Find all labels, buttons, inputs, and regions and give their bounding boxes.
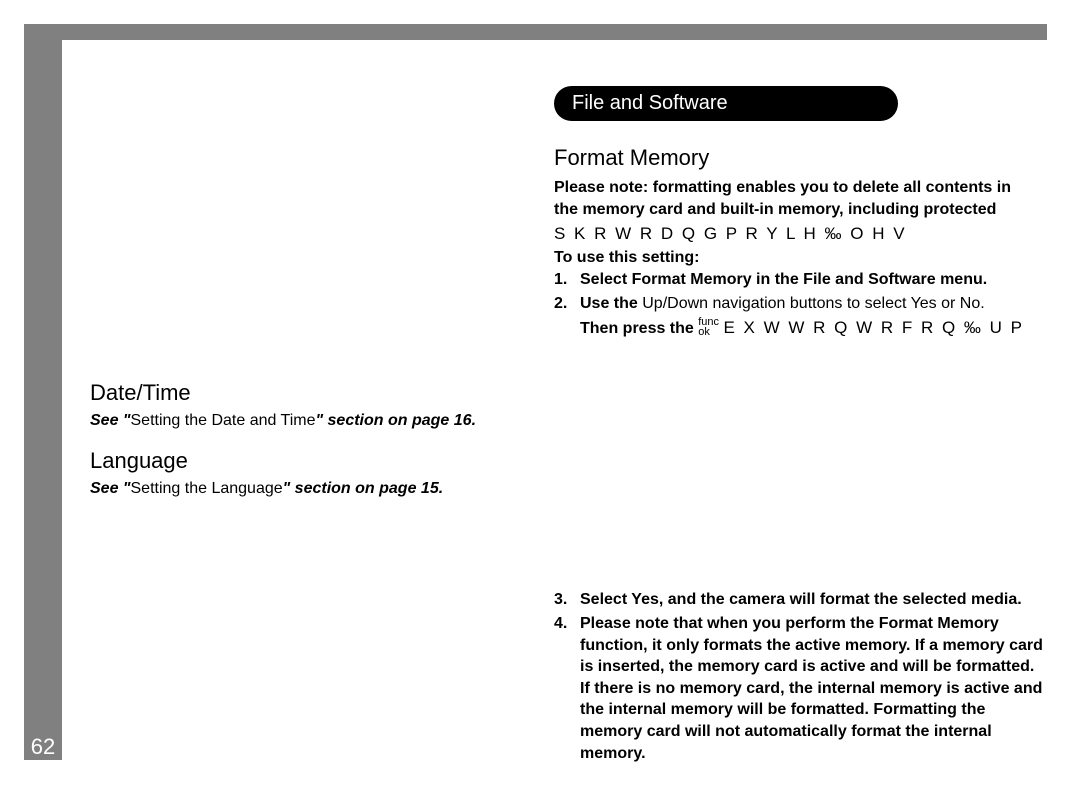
heading-date-time: Date/Time xyxy=(90,380,520,406)
ref-title: Setting the Date and Time xyxy=(131,412,316,429)
step-3-text: Select Yes, and the camera will format t… xyxy=(580,591,1022,608)
ok-label: ok xyxy=(698,328,719,338)
step-4: Please note that when you perform the Fo… xyxy=(554,613,1044,764)
manual-page: 62 Date/Time See "Setting the Date and T… xyxy=(0,0,1080,785)
step-2: Use the Up/Down navigation buttons to se… xyxy=(554,293,1044,342)
steps-list: Select Format Memory in the File and Sof… xyxy=(554,269,1044,341)
content-area: Date/Time See "Setting the Date and Time… xyxy=(62,40,1047,760)
left-sidebar xyxy=(24,24,62,760)
page-number: 62 xyxy=(24,734,62,760)
note-line-2: the memory card and built-in memory, inc… xyxy=(554,199,1044,221)
to-use-this-setting: To use this setting: xyxy=(554,247,1044,269)
top-bar xyxy=(62,24,1047,40)
steps-list-continued: Select Yes, and the camera will format t… xyxy=(554,589,1044,764)
step-3: Select Yes, and the camera will format t… xyxy=(554,589,1044,611)
illustration-placeholder xyxy=(554,343,1044,589)
step-2-b: Up/Down navigation buttons to select Yes… xyxy=(642,295,984,312)
step-2-c: Then press the xyxy=(580,320,698,337)
left-column: Date/Time See "Setting the Date and Time… xyxy=(90,368,520,516)
heading-format-memory: Format Memory xyxy=(554,145,1044,171)
func-ok-icon: func ok xyxy=(698,318,719,338)
ref-prefix: See " xyxy=(90,480,131,497)
section-pill-file-and-software: File and Software xyxy=(554,86,898,121)
step-4-text: Please note that when you perform the Fo… xyxy=(580,615,1043,762)
note-line-1: Please note: formatting enables you to d… xyxy=(554,177,1044,199)
ref-suffix: " section on page 16. xyxy=(316,412,477,429)
ref-prefix: See " xyxy=(90,412,131,429)
step-1: Select Format Memory in the File and Sof… xyxy=(554,269,1044,291)
ref-title: Setting the Language xyxy=(131,480,283,497)
right-column: File and Software Format Memory Please n… xyxy=(554,86,1044,766)
step-2-a: Use the xyxy=(580,295,642,312)
step-1-text: Select Format Memory in the File and Sof… xyxy=(580,271,987,288)
heading-language: Language xyxy=(90,448,520,474)
ref-language: See "Setting the Language" section on pa… xyxy=(90,480,520,498)
ref-date-time: See "Setting the Date and Time" section … xyxy=(90,412,520,430)
step-2-garbled: E X W W R Q W R F R Q ‰ U P xyxy=(724,318,1025,337)
garbled-line-1: S K R W R D Q G P R Y L H ‰ O H V xyxy=(554,220,1044,247)
ref-suffix: " section on page 15. xyxy=(283,480,444,497)
